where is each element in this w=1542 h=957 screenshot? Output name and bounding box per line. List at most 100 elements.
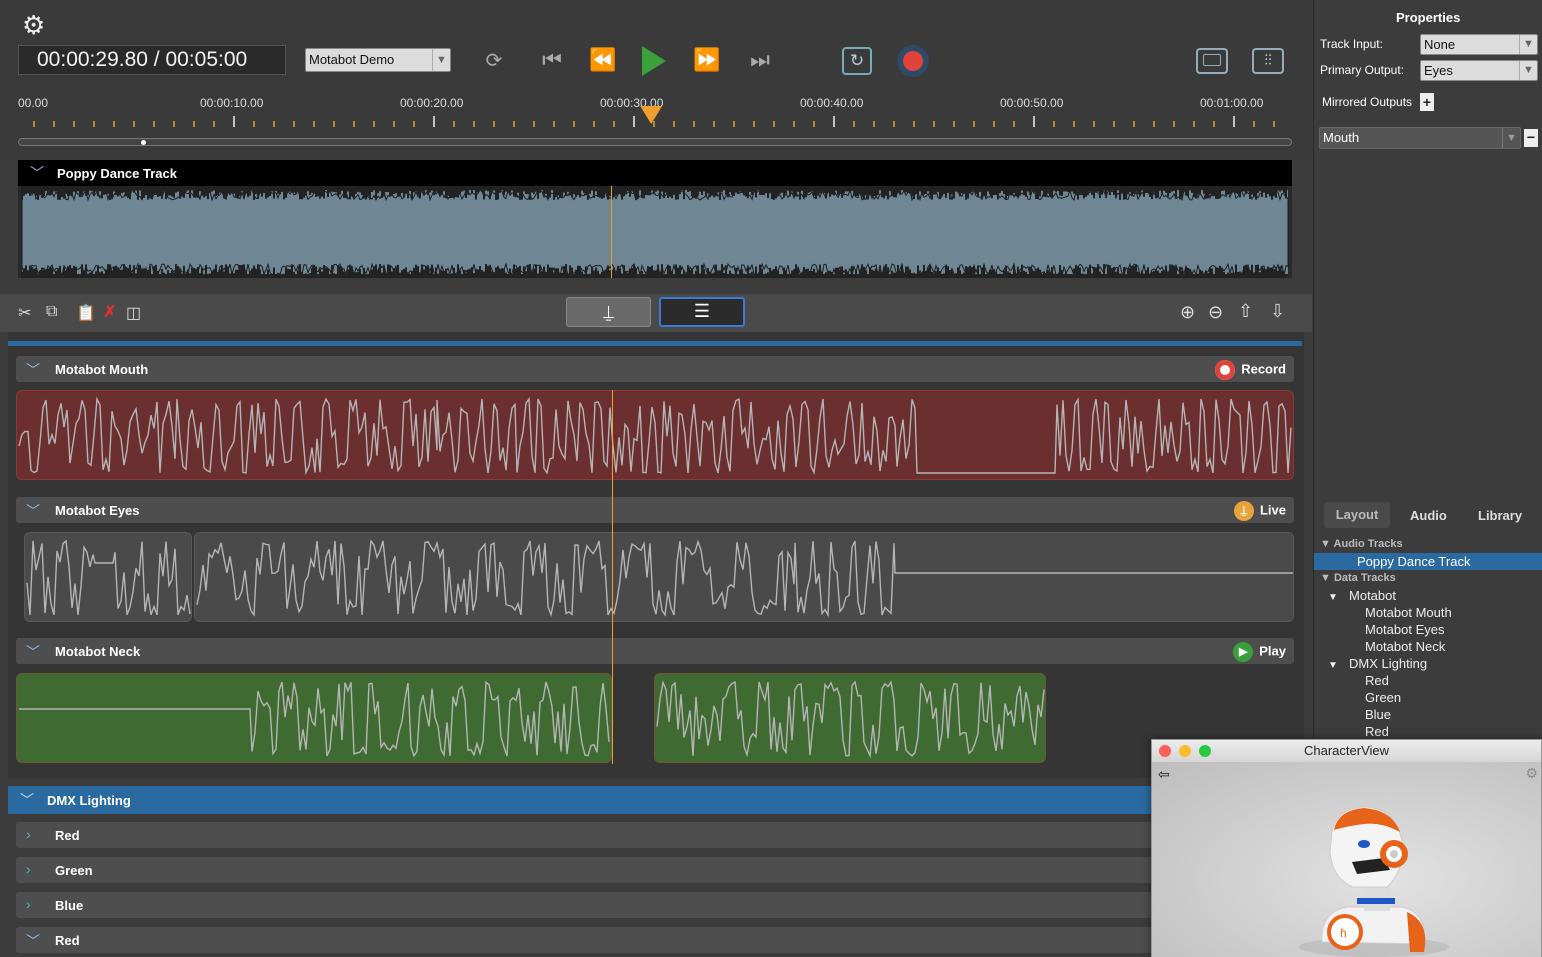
chevron-down-icon[interactable]: ﹀ xyxy=(26,931,40,951)
track-clip-eyes-1[interactable] xyxy=(24,532,192,622)
status-badge[interactable]: Record xyxy=(1215,360,1286,380)
fast-forward-button[interactable]: ⏩ xyxy=(692,47,722,73)
status-label: Record xyxy=(1241,361,1286,377)
rewind-button[interactable]: ⏪ xyxy=(588,47,618,73)
monitor-icon[interactable] xyxy=(1196,48,1228,74)
play-button[interactable] xyxy=(642,46,666,76)
close-icon[interactable] xyxy=(1159,745,1171,757)
track-data-mouth[interactable] xyxy=(16,390,1294,480)
track-name: Red xyxy=(55,933,80,948)
mirrored-output-select[interactable]: Mouth ▼ xyxy=(1319,127,1521,149)
current-time: 00:00:29.80 xyxy=(37,48,148,71)
track-clip-neck-2[interactable] xyxy=(654,673,1046,763)
remove-mirrored-output-button[interactable]: − xyxy=(1524,129,1538,147)
tree-item-poppy-dance-track[interactable]: Poppy Dance Track xyxy=(1314,553,1542,570)
dmx-group-header[interactable]: ﹀ DMX Lighting xyxy=(8,786,1312,814)
primary-output-label: Primary Output: xyxy=(1320,63,1405,77)
playhead-marker[interactable] xyxy=(640,106,663,124)
tree-item-motabot-mouth[interactable]: Motabot Mouth xyxy=(1314,604,1542,621)
sync-icon[interactable]: ⟳ xyxy=(480,48,508,73)
primary-output-select[interactable]: Eyes ▼ xyxy=(1420,60,1538,81)
settings-gear-icon[interactable]: ⚙ xyxy=(22,12,48,38)
status-badge[interactable]: ▶ Play xyxy=(1233,642,1286,662)
tab-audio[interactable]: Audio xyxy=(1410,508,1447,523)
track-header-neck[interactable]: ﹀ Motabot Neck ▶ Play xyxy=(16,638,1294,664)
project-select[interactable]: Motabot Demo ▼ xyxy=(305,48,451,72)
chevron-right-icon[interactable]: › xyxy=(26,861,31,877)
tree-item-red[interactable]: Red xyxy=(1314,672,1542,689)
dmx-channel-blue[interactable]: › Blue xyxy=(16,892,1294,918)
tree-item-motabot-eyes[interactable]: Motabot Eyes xyxy=(1314,621,1542,638)
tree-item-blue[interactable]: Blue xyxy=(1314,706,1542,723)
track-name: Green xyxy=(55,863,93,878)
character-viewport[interactable]: ⇦ ⚙ ɦ xyxy=(1152,762,1541,957)
cut-icon[interactable]: ✂ xyxy=(18,303,31,323)
tree-group-data[interactable]: ▼ Data Tracks xyxy=(1314,570,1542,587)
zoom-out-icon[interactable]: ⊖ xyxy=(1208,302,1223,323)
dmx-channel-red[interactable]: › Red xyxy=(16,822,1294,848)
audio-track-name: Poppy Dance Track xyxy=(57,166,177,181)
chevron-down-icon: ▼ xyxy=(1519,35,1537,54)
tree-group-motabot[interactable]: ▼ Motabot xyxy=(1314,587,1542,604)
chevron-down-icon[interactable]: ﹀ xyxy=(26,360,40,380)
expand-up-icon[interactable]: ⇧ xyxy=(1238,301,1253,322)
primary-output-value: Eyes xyxy=(1424,63,1453,78)
record-button[interactable] xyxy=(897,45,929,77)
tree-label: DMX Lighting xyxy=(1349,656,1428,671)
minimize-icon[interactable] xyxy=(1179,745,1191,757)
tree-item-green[interactable]: Green xyxy=(1314,689,1542,706)
status-badge[interactable]: ⍊ Live xyxy=(1233,501,1286,521)
copy-icon[interactable]: ⧉ xyxy=(46,303,57,321)
mixer-icon[interactable]: ⫶⫶ xyxy=(1252,48,1284,74)
track-header-eyes[interactable]: ﹀ Motabot Eyes ⍊ Live xyxy=(16,497,1294,523)
character-view-window[interactable]: CharacterView ⇦ ⚙ ɦ xyxy=(1151,739,1542,957)
dmx-channel-red-2[interactable]: ﹀ Red xyxy=(16,927,1294,953)
scroll-handle[interactable] xyxy=(141,140,146,145)
chevron-down-icon[interactable]: ﹀ xyxy=(26,501,40,521)
track-name: Motabot Neck xyxy=(55,644,141,659)
add-mirrored-output-button[interactable]: + xyxy=(1420,93,1434,111)
triangle-down-icon: ▼ xyxy=(1328,592,1350,603)
delete-icon[interactable]: ✗ xyxy=(103,302,116,322)
skip-to-end-button[interactable]: ⏭ xyxy=(746,47,774,73)
timeline-scrollbar[interactable] xyxy=(18,138,1292,146)
split-icon[interactable]: ◫ xyxy=(126,303,141,323)
zoom-in-icon[interactable]: ⊕ xyxy=(1180,302,1195,323)
maximize-icon[interactable] xyxy=(1199,745,1211,757)
chevron-down-icon[interactable]: ﹀ xyxy=(30,163,44,183)
tree-group-audio[interactable]: ▼ Audio Tracks xyxy=(1314,536,1542,553)
tree-group-dmx[interactable]: ▼ DMX Lighting xyxy=(1314,655,1542,672)
loop-button[interactable]: ↻ xyxy=(842,47,872,75)
tab-library[interactable]: Library xyxy=(1478,508,1522,523)
track-header-mouth[interactable]: ﹀ Motabot Mouth Record xyxy=(16,356,1294,382)
tree-item-motabot-neck[interactable]: Motabot Neck xyxy=(1314,638,1542,655)
chevron-right-icon[interactable]: › xyxy=(26,826,31,842)
tree-item-red-2[interactable]: Red xyxy=(1314,723,1542,740)
track-clip-neck-1[interactable] xyxy=(16,673,612,763)
audio-waveform[interactable] xyxy=(18,186,1292,278)
track-clip-eyes-2[interactable] xyxy=(194,532,1294,622)
skip-to-start-button[interactable]: ⏮ xyxy=(538,47,566,73)
panel-title: Properties xyxy=(1396,10,1461,25)
playhead-line xyxy=(612,390,613,764)
expand-down-icon[interactable]: ⇩ xyxy=(1270,301,1285,322)
chevron-down-icon[interactable]: ﹀ xyxy=(20,790,34,810)
character-view-titlebar[interactable]: CharacterView xyxy=(1152,740,1541,762)
paste-icon[interactable]: 📋 xyxy=(76,303,96,323)
window-title: CharacterView xyxy=(1303,743,1390,758)
tree-label: Audio Tracks xyxy=(1333,538,1403,550)
tab-layout[interactable]: Layout xyxy=(1324,502,1390,528)
chevron-right-icon[interactable]: › xyxy=(26,896,31,912)
chevron-down-icon[interactable]: ﹀ xyxy=(26,642,40,662)
track-name: Blue xyxy=(55,898,84,913)
list-mode-button[interactable]: ☰ xyxy=(659,297,745,327)
triangle-down-icon: ▼ xyxy=(1328,660,1350,671)
record-dot-icon xyxy=(903,51,923,71)
tree-label: Motabot xyxy=(1349,588,1396,603)
dmx-channel-green[interactable]: › Green xyxy=(16,857,1294,883)
timeline-ruler[interactable]: 00.00 00:00:10.00 00:00:20.00 00:00:30.00 00… xyxy=(18,88,1292,134)
joystick-mode-button[interactable]: ⍊ xyxy=(566,297,651,327)
audio-track-header[interactable]: ﹀ Poppy Dance Track xyxy=(18,160,1292,186)
track-input-select[interactable]: None ▼ xyxy=(1420,34,1538,55)
chevron-down-icon: ▼ xyxy=(432,49,450,71)
